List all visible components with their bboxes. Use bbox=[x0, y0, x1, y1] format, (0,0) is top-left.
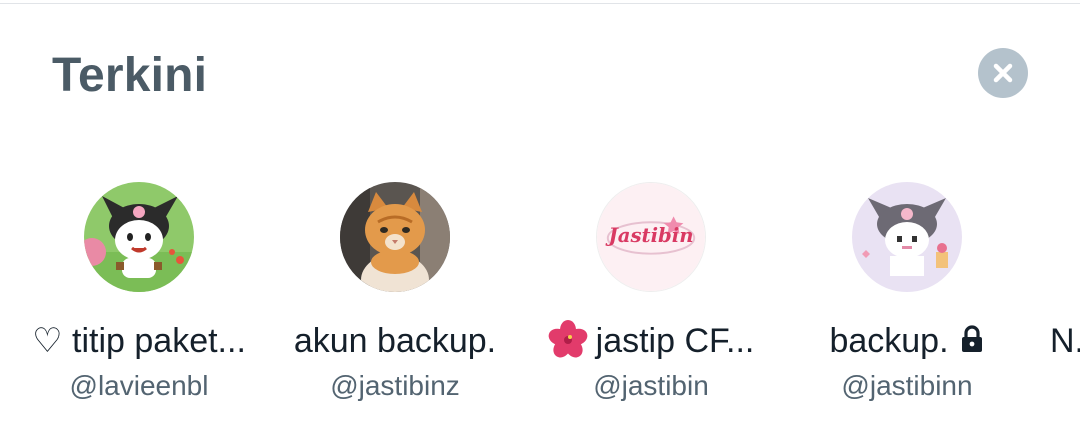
top-divider bbox=[0, 3, 1080, 4]
jastibin-logo-avatar: Jastibin bbox=[596, 182, 706, 292]
account-name: jastip CF... bbox=[595, 322, 755, 360]
recent-accounts-list: ♡ titip paket... @lavieenbl akun backup.… bbox=[0, 180, 1080, 420]
account-handle: @jastibinn bbox=[841, 370, 973, 401]
orange-cat-photo-avatar bbox=[340, 182, 450, 292]
section-title: Terkini bbox=[52, 49, 208, 102]
account-handle: @jastibinz bbox=[330, 370, 460, 401]
account-handle: @jastibin bbox=[593, 370, 709, 401]
account-name-row: jastip CF... bbox=[523, 320, 779, 362]
account-item[interactable]: Jastibin jastip CF... @jastibin bbox=[523, 180, 779, 420]
partial-account-name[interactable]: N... bbox=[1050, 320, 1080, 362]
account-name: backup. bbox=[829, 322, 949, 360]
close-button[interactable] bbox=[978, 48, 1028, 98]
account-handle: @lavieenbl bbox=[69, 370, 209, 401]
hibiscus-emoji-icon bbox=[548, 320, 587, 358]
kuromi-cartoon-avatar bbox=[84, 182, 194, 292]
close-icon bbox=[993, 63, 1013, 83]
kuromi-pixel-avatar bbox=[852, 182, 962, 292]
account-name: akun backup. bbox=[293, 322, 497, 360]
account-name: ♡ titip paket... bbox=[32, 322, 246, 360]
account-item[interactable]: ♡ titip paket... @lavieenbl bbox=[11, 180, 267, 420]
jastibin-logo-text: Jastibin bbox=[604, 224, 693, 247]
account-item[interactable]: backup. @jastibinn bbox=[779, 180, 1035, 420]
account-item[interactable]: akun backup. @jastibinz bbox=[267, 180, 523, 420]
lock-icon bbox=[961, 325, 982, 352]
account-name-row: backup. bbox=[779, 320, 1035, 362]
recent-accounts-panel: Terkini ♡ titip paket... @lavieenbl akun… bbox=[0, 0, 1080, 448]
